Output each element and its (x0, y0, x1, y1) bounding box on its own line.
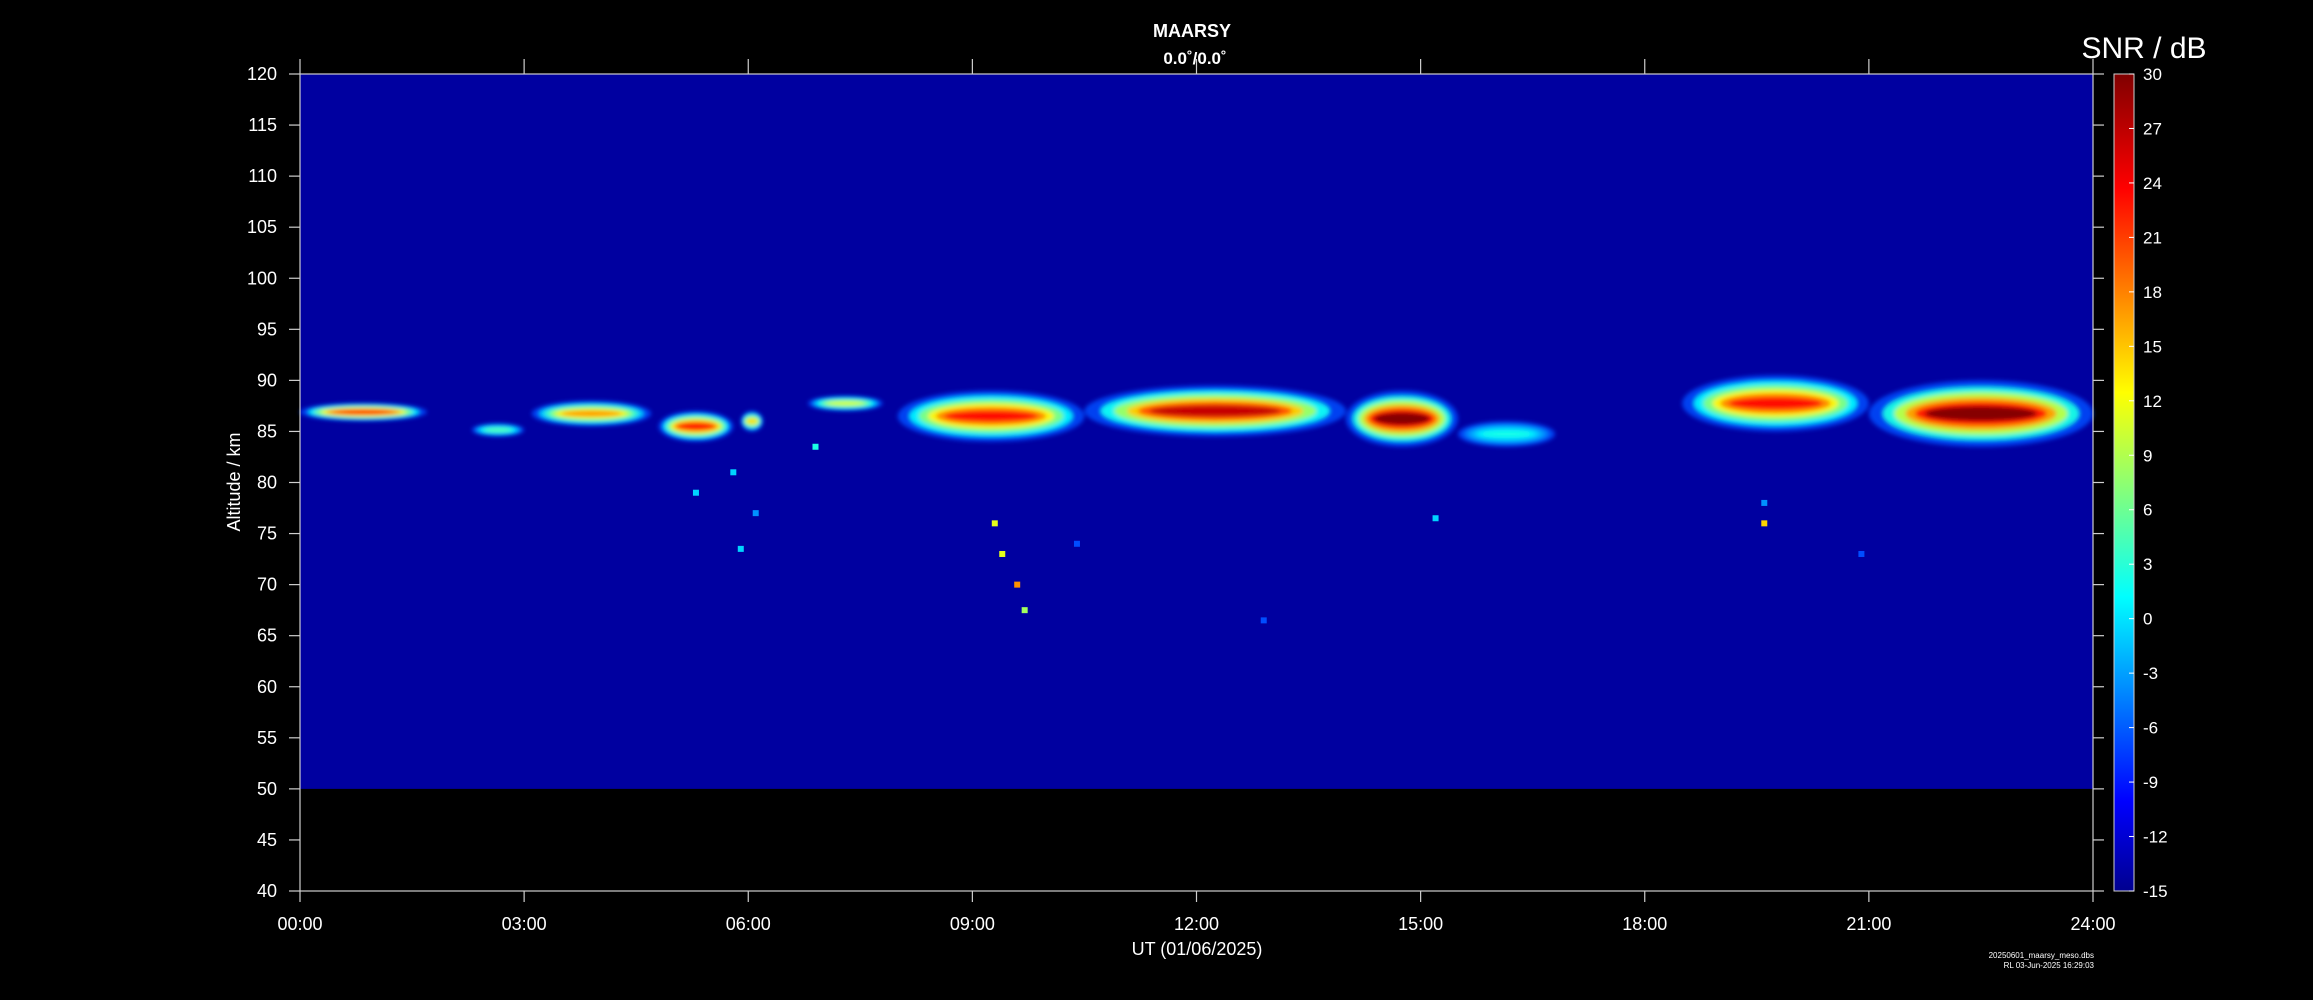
y-tick-label: 120 (247, 64, 277, 84)
echo-band (1149, 405, 1281, 417)
echo-layer (658, 411, 734, 442)
y-tick-label: 85 (257, 421, 277, 441)
colorbar-tick-label: -3 (2143, 664, 2158, 683)
echo-speck (730, 469, 737, 476)
echo-speck (1021, 607, 1028, 614)
echo-band (826, 401, 865, 406)
echo-layer (1682, 375, 1869, 432)
echo-speck (1014, 581, 1021, 588)
x-tick-label: 03:00 (502, 914, 547, 934)
colorbar-tick-label: 21 (2143, 228, 2162, 247)
echo-speck (1761, 520, 1768, 527)
colorbar: 302724211815129630-3-6-9-12-15 (2113, 65, 2168, 901)
colorbar-tick-label: -9 (2143, 773, 2158, 792)
x-tick-label: 12:00 (1174, 914, 1219, 934)
colorbar-ticks: 302724211815129630-3-6-9-12-15 (2129, 65, 2168, 901)
x-tick-label: 06:00 (726, 914, 771, 934)
colorbar-tick-label: 9 (2143, 446, 2152, 465)
x-axis-label: UT (01/06/2025) (1132, 939, 1263, 959)
y-tick-label: 90 (257, 370, 277, 390)
echo-speck (1432, 515, 1439, 522)
echo-band (484, 428, 512, 432)
x-tick-label: 09:00 (950, 914, 995, 934)
y-tick-label: 70 (257, 575, 277, 595)
y-tick-label: 55 (257, 728, 277, 748)
echo-layer (1345, 390, 1458, 447)
echo-layer (740, 411, 764, 432)
plot-area (299, 73, 2094, 892)
y-tick-label: 45 (257, 830, 277, 850)
footer-timestamp: RL 03-Jun-2025 16:29:03 (2004, 961, 2095, 970)
y-tick-label: 75 (257, 524, 277, 544)
x-tick-label: 00:00 (277, 914, 322, 934)
echo-layer (300, 402, 428, 422)
y-tick-label: 80 (257, 473, 277, 493)
colorbar-tick-label: 18 (2143, 283, 2162, 302)
footer-filename: 20250601_maarsy_meso.dbs (1989, 951, 2094, 960)
colorbar-gradient (2113, 73, 2135, 892)
echo-band (677, 422, 715, 430)
echo-layer (531, 400, 652, 427)
colorbar-tick-label: -12 (2143, 828, 2168, 847)
colorbar-tick-label: 24 (2143, 174, 2162, 193)
echo-speck (1073, 540, 1080, 547)
y-tick-label: 60 (257, 677, 277, 697)
y-axis-label: Altitude / km (224, 432, 244, 531)
colorbar-label: SNR / dB (2081, 32, 2206, 65)
echo-band (1373, 412, 1430, 425)
y-tick-label: 110 (248, 166, 277, 186)
echo-layer (808, 395, 883, 412)
x-tick-label: 24:00 (2070, 914, 2115, 934)
echo-band (944, 410, 1038, 422)
colorbar-tick-label: -15 (2143, 882, 2168, 901)
echo-layer (471, 423, 525, 437)
colorbar-tick-label: 27 (2143, 119, 2162, 138)
echo-speck (737, 545, 744, 552)
y-tick-label: 115 (248, 115, 277, 135)
chart-title: MAARSY (1153, 21, 1231, 41)
echo-band (1924, 406, 2037, 421)
echo-layer (1457, 421, 1556, 447)
colorbar-tick-label: 0 (2143, 610, 2152, 629)
echo-speck (812, 443, 819, 450)
colorbar-tick-label: 30 (2143, 65, 2162, 84)
y-tick-label: 65 (257, 626, 277, 646)
echo-band (1728, 397, 1823, 410)
y-tick-label: 100 (247, 268, 277, 288)
y-tick-label: 95 (257, 319, 277, 339)
colorbar-tick-label: 6 (2143, 501, 2152, 520)
echo-speck (1858, 550, 1865, 557)
echo-band (331, 410, 396, 415)
echo-speck (692, 489, 699, 496)
y-tick-label: 40 (257, 881, 277, 901)
x-tick-label: 15:00 (1398, 914, 1443, 934)
echo-band (1482, 431, 1531, 437)
echo-speck (999, 550, 1006, 557)
echo-speck (991, 520, 998, 527)
heatmap-chart: MAARSY 0.0˚/0.0˚ 00:00 03:00 06:00 09:00 12:… (224, 21, 2207, 970)
echo-speck (1761, 499, 1768, 506)
echo-layer (1084, 385, 1346, 437)
y-tick-label: 50 (257, 779, 277, 799)
colorbar-tick-label: 15 (2143, 337, 2162, 356)
echo-layer (1868, 380, 2093, 447)
y-tick-label: 105 (247, 217, 277, 237)
colorbar-tick-label: 12 (2143, 392, 2162, 411)
colorbar-tick-label: 3 (2143, 555, 2152, 574)
x-tick-label: 18:00 (1622, 914, 1667, 934)
echo-speck (752, 510, 759, 517)
echo-speck (1260, 617, 1267, 624)
echo-band (746, 418, 758, 424)
colorbar-tick-label: -6 (2143, 719, 2158, 738)
echo-layer (897, 390, 1085, 442)
x-tick-label: 21:00 (1846, 914, 1891, 934)
echo-band (561, 410, 622, 417)
chart-subtitle: 0.0˚/0.0˚ (1163, 49, 1226, 68)
